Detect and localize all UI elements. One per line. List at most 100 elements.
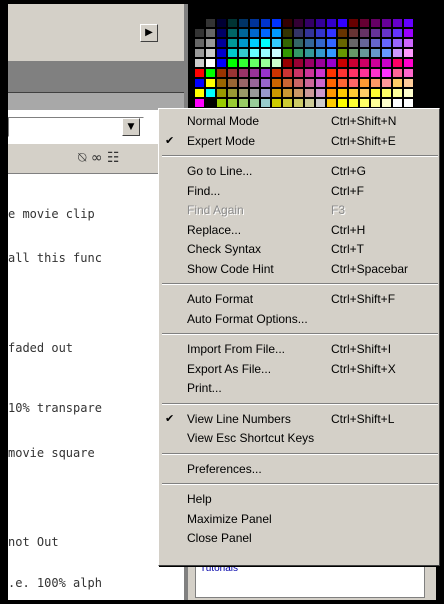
- color-swatch[interactable]: [282, 58, 293, 68]
- color-swatch[interactable]: [304, 48, 315, 58]
- color-swatch[interactable]: [216, 38, 227, 48]
- color-swatch[interactable]: [381, 88, 392, 98]
- color-swatch[interactable]: [238, 88, 249, 98]
- color-swatch[interactable]: [216, 28, 227, 38]
- color-swatch[interactable]: [392, 18, 403, 28]
- color-swatch[interactable]: [326, 78, 337, 88]
- menu-item-auto-format-options[interactable]: Auto Format Options...: [159, 310, 439, 328]
- color-swatch[interactable]: [403, 18, 414, 28]
- color-swatch[interactable]: [381, 78, 392, 88]
- menu-item-find[interactable]: Find... Ctrl+F: [159, 182, 439, 200]
- color-swatch[interactable]: [392, 28, 403, 38]
- color-swatch[interactable]: [194, 48, 205, 58]
- color-swatch[interactable]: [227, 48, 238, 58]
- color-swatch[interactable]: [227, 18, 238, 28]
- color-swatch[interactable]: [381, 48, 392, 58]
- color-swatch[interactable]: [249, 48, 260, 58]
- color-swatch[interactable]: [392, 78, 403, 88]
- color-swatch[interactable]: [337, 78, 348, 88]
- color-swatch[interactable]: [348, 78, 359, 88]
- color-swatch[interactable]: [370, 88, 381, 98]
- color-swatch[interactable]: [348, 88, 359, 98]
- color-swatch[interactable]: [403, 88, 414, 98]
- color-swatch[interactable]: [381, 18, 392, 28]
- color-swatch[interactable]: [216, 58, 227, 68]
- color-swatch[interactable]: [249, 98, 260, 108]
- color-swatch[interactable]: [337, 48, 348, 58]
- color-swatch[interactable]: [227, 58, 238, 68]
- color-swatch[interactable]: [260, 88, 271, 98]
- color-swatch[interactable]: [348, 68, 359, 78]
- color-swatch[interactable]: [216, 88, 227, 98]
- color-swatch[interactable]: [271, 88, 282, 98]
- color-swatch[interactable]: [260, 68, 271, 78]
- color-swatch[interactable]: [205, 38, 216, 48]
- color-swatch[interactable]: [216, 68, 227, 78]
- color-swatch[interactable]: [194, 18, 205, 28]
- color-swatch[interactable]: [392, 98, 403, 108]
- color-swatch[interactable]: [348, 38, 359, 48]
- menu-item-show-code-hint[interactable]: Show Code Hint Ctrl+Spacebar: [159, 260, 439, 278]
- color-swatch[interactable]: [326, 38, 337, 48]
- color-swatch[interactable]: [348, 98, 359, 108]
- color-swatch[interactable]: [293, 48, 304, 58]
- color-swatch[interactable]: [293, 88, 304, 98]
- color-swatch[interactable]: [348, 18, 359, 28]
- color-swatch[interactable]: [370, 18, 381, 28]
- menu-item-import-from-file[interactable]: Import From File... Ctrl+Shift+I: [159, 340, 439, 358]
- color-swatch[interactable]: [216, 98, 227, 108]
- dropdown-arrow-button[interactable]: ▼: [122, 118, 140, 136]
- color-swatch[interactable]: [260, 58, 271, 68]
- color-swatch[interactable]: [227, 28, 238, 38]
- color-swatch[interactable]: [227, 98, 238, 108]
- color-swatch[interactable]: [227, 78, 238, 88]
- color-swatch[interactable]: [205, 78, 216, 88]
- color-swatch[interactable]: [249, 88, 260, 98]
- color-swatch[interactable]: [260, 38, 271, 48]
- color-swatch[interactable]: [315, 98, 326, 108]
- menu-item-preferences[interactable]: Preferences...: [159, 460, 439, 478]
- color-swatch[interactable]: [359, 58, 370, 68]
- color-swatch[interactable]: [205, 68, 216, 78]
- color-swatch[interactable]: [359, 68, 370, 78]
- color-swatch[interactable]: [326, 58, 337, 68]
- color-swatch[interactable]: [348, 58, 359, 68]
- color-swatch[interactable]: [271, 18, 282, 28]
- color-swatch[interactable]: [227, 38, 238, 48]
- color-swatch[interactable]: [282, 68, 293, 78]
- color-swatch[interactable]: [205, 98, 216, 108]
- color-swatch[interactable]: [315, 18, 326, 28]
- color-swatch[interactable]: [381, 38, 392, 48]
- menu-item-expert-mode[interactable]: ✔ Expert Mode Ctrl+Shift+E: [159, 132, 439, 150]
- color-swatch[interactable]: [392, 38, 403, 48]
- color-swatch[interactable]: [403, 48, 414, 58]
- color-swatch[interactable]: [370, 48, 381, 58]
- color-swatch[interactable]: [370, 78, 381, 88]
- toolbar-icons[interactable]: ⍉ ∞ ☷: [78, 150, 120, 166]
- color-swatch[interactable]: [260, 98, 271, 108]
- color-swatch[interactable]: [304, 28, 315, 38]
- color-swatch[interactable]: [282, 48, 293, 58]
- color-swatch[interactable]: [359, 98, 370, 108]
- color-swatch[interactable]: [315, 38, 326, 48]
- color-swatch[interactable]: [238, 48, 249, 58]
- color-swatch[interactable]: [260, 18, 271, 28]
- color-swatch[interactable]: [315, 28, 326, 38]
- menu-item-go-to-line[interactable]: Go to Line... Ctrl+G: [159, 162, 439, 180]
- color-swatch[interactable]: [227, 68, 238, 78]
- color-swatch[interactable]: [216, 18, 227, 28]
- menu-item-close-panel[interactable]: Close Panel: [159, 529, 439, 547]
- color-swatch[interactable]: [315, 68, 326, 78]
- color-swatch[interactable]: [337, 58, 348, 68]
- color-swatch[interactable]: [392, 48, 403, 58]
- color-swatch[interactable]: [260, 28, 271, 38]
- color-swatch[interactable]: [238, 68, 249, 78]
- color-swatch[interactable]: [326, 48, 337, 58]
- color-swatch[interactable]: [205, 48, 216, 58]
- color-swatch[interactable]: [216, 48, 227, 58]
- color-swatch[interactable]: [271, 28, 282, 38]
- color-swatch[interactable]: [304, 18, 315, 28]
- color-swatch[interactable]: [227, 88, 238, 98]
- color-swatch[interactable]: [326, 18, 337, 28]
- color-swatch[interactable]: [282, 18, 293, 28]
